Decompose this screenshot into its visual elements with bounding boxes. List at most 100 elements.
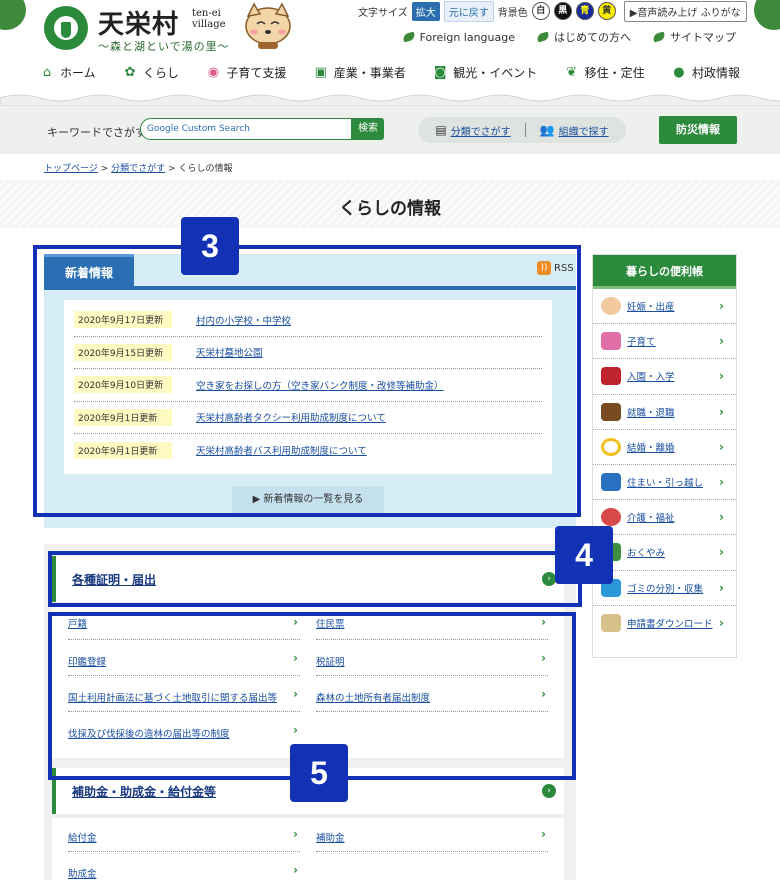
sidebar-item-label: ゴミの分別・収集	[627, 583, 704, 595]
sidebar-item-welfare[interactable]: 介護・福祉 ›	[593, 500, 736, 536]
sidebar-item-label: 入園・入学	[627, 372, 675, 384]
chevron-right-icon: ›	[719, 404, 724, 419]
font-reset-button[interactable]: 元に戻す	[443, 0, 494, 22]
logo-tagline: ～森と湖といで湯の里～	[98, 40, 230, 53]
bg-black-button[interactable]: 黒	[553, 2, 572, 20]
disaster-info-button[interactable]: 防災情報	[659, 116, 737, 144]
nav-industry-label: 産業・事業者	[333, 66, 406, 80]
category-link[interactable]: 補助金	[316, 830, 345, 844]
leaf-decoration-right	[754, 0, 780, 30]
document-icon	[601, 614, 621, 633]
bg-blue-button[interactable]: 青	[575, 2, 594, 20]
village-logo-icon[interactable]	[44, 6, 88, 50]
font-size-label: 文字サイズ	[358, 7, 408, 19]
highlight-label-5: 5	[290, 744, 348, 802]
chevron-right-icon: ›	[719, 439, 724, 454]
accessibility-toolbar: 文字サイズ 拡大 元に戻す 背景色 白 黒 青 黄 ▶音声読み上げ ふりがな	[358, 0, 747, 22]
font-enlarge-button[interactable]: 拡大	[411, 1, 440, 21]
search-bar: キーワードでさがす Google Custom Search 検索 ▤ 分類でさ…	[0, 106, 780, 154]
nav-tourism-label: 観光・イベント	[453, 66, 538, 80]
sprout-icon: ❦	[566, 64, 578, 80]
top-links: Foreign language はじめての方へ サイトマップ	[401, 29, 736, 45]
category-search-label: 分類でさがす	[450, 126, 511, 138]
sitemap-label: サイトマップ	[670, 31, 736, 44]
sidebar-item-label: 結婚・離婚	[627, 442, 675, 454]
highlight-label-4: 4	[555, 526, 613, 584]
logo-title[interactable]: 天栄村	[98, 4, 179, 41]
arrow-right-icon: ›	[542, 784, 556, 798]
category-title: 補助金・助成金・給付金等	[72, 785, 217, 799]
highlight-label-3: 3	[181, 217, 239, 275]
breadcrumb-category-link[interactable]: 分類でさがす	[111, 164, 165, 174]
ring-icon	[601, 437, 621, 456]
foreign-language-link[interactable]: Foreign language	[401, 29, 515, 45]
bg-white-button[interactable]: 白	[531, 2, 550, 20]
chevron-right-icon: ›	[719, 474, 724, 489]
chevron-right-icon: ›	[719, 545, 724, 560]
sitemap-link[interactable]: サイトマップ	[652, 29, 736, 45]
baby-icon: ◉	[207, 64, 220, 80]
alt-search-group: ▤ 分類でさがす 👥 組織で探す	[418, 117, 626, 143]
nav-home[interactable]: ⌂ ホーム	[40, 64, 96, 81]
school-bag-icon	[601, 367, 621, 386]
sidebar-item-label: 介護・福祉	[627, 513, 675, 525]
sidebar-item-employment[interactable]: 就職・退職 ›	[593, 395, 736, 430]
logo-roman: ten-ei village	[192, 8, 226, 30]
category-search-link[interactable]: ▤ 分類でさがす	[435, 123, 510, 138]
nav-village-admin[interactable]: ● 村政情報	[672, 64, 740, 81]
chevron-right-icon: ›	[719, 299, 724, 313]
nav-migration[interactable]: ❦ 移住・定住	[565, 64, 645, 81]
nav-childcare[interactable]: ◉ 子育て支援	[206, 64, 287, 81]
nav-migration-label: 移住・定住	[584, 66, 645, 80]
chevron-right-icon: ›	[719, 510, 724, 525]
life-guide-sidebar: 暮らしの便利帳 妊娠・出産 › 子育て › 入園・入学 › 就職・退職 › 結婚・離婚 ›…	[592, 254, 737, 658]
category-link-item: 給付金 ›	[68, 818, 300, 852]
sidebar-item-marriage[interactable]: 結婚・離婚 ›	[593, 430, 736, 465]
global-nav: ⌂ ホーム ✿ くらし ◉ 子育て支援 ▣ 産業・事業者 ◙ 観光・イベント ❦ 移住・定住…	[40, 64, 740, 81]
sidebar-item-downloads[interactable]: 申請書ダウンロード ›	[593, 606, 736, 641]
sidebar-item-school[interactable]: 入園・入学 ›	[593, 359, 736, 395]
breadcrumb-home-link[interactable]: トップページ	[44, 164, 98, 174]
category-link-item: 助成金 ›	[68, 854, 300, 888]
nav-village-admin-label: 村政情報	[691, 66, 740, 80]
breadcrumb-separator: >	[168, 164, 176, 174]
nav-living[interactable]: ✿ くらし	[123, 64, 179, 81]
org-search-label: 組織で探す	[558, 126, 609, 138]
sidebar-item-condolence[interactable]: おくやみ ›	[593, 535, 736, 571]
sidebar-item-garbage[interactable]: ゴミの分別・収集 ›	[593, 571, 736, 606]
nav-childcare-label: 子育て支援	[226, 66, 287, 80]
category-link-item: 補助金 ›	[316, 818, 548, 852]
chat-icon: ●	[673, 64, 685, 80]
sidebar-item-label: 申請書ダウンロード	[627, 619, 713, 631]
wheelchair-icon	[601, 508, 621, 527]
nav-living-label: くらし	[143, 66, 180, 80]
blocks-icon	[601, 332, 621, 351]
bg-color-label: 背景色	[497, 7, 528, 19]
sidebar-title: 暮らしの便利帳	[593, 255, 736, 289]
nav-tourism[interactable]: ◙ 観光・イベント	[433, 64, 537, 81]
highlight-box-category-header	[48, 551, 582, 607]
first-time-label: はじめての方へ	[554, 31, 631, 44]
org-search-link[interactable]: 👥 組織で探す	[540, 123, 609, 138]
baby-face-icon	[601, 297, 621, 316]
leaf-icon	[652, 31, 666, 43]
chevron-right-icon: ›	[293, 827, 298, 841]
keyword-search-label: キーワードでさがす	[47, 126, 146, 139]
first-time-link[interactable]: はじめての方へ	[536, 29, 631, 45]
sidebar-item-childcare[interactable]: 子育て ›	[593, 324, 736, 360]
search-input[interactable]: Google Custom Search	[140, 118, 352, 140]
highlight-box-news	[33, 245, 581, 517]
category-link[interactable]: 給付金	[68, 830, 97, 844]
people-icon: 👥	[539, 123, 555, 137]
sidebar-item-housing[interactable]: 住まい・引っ越し ›	[593, 465, 736, 501]
leaf-decoration-left	[0, 0, 26, 30]
nav-industry[interactable]: ▣ 産業・事業者	[314, 64, 406, 81]
sidebar-item-label: 子育て	[627, 337, 656, 349]
sidebar-item-pregnancy[interactable]: 妊娠・出産 ›	[593, 289, 736, 325]
nav-home-label: ホーム	[60, 66, 96, 80]
voice-reader-button[interactable]: ▶音声読み上げ ふりがな	[623, 0, 747, 22]
bg-yellow-button[interactable]: 黄	[597, 2, 616, 20]
category-link[interactable]: 助成金	[68, 866, 97, 880]
gear-icon: ✿	[124, 64, 136, 80]
search-button[interactable]: 検索	[352, 118, 384, 140]
